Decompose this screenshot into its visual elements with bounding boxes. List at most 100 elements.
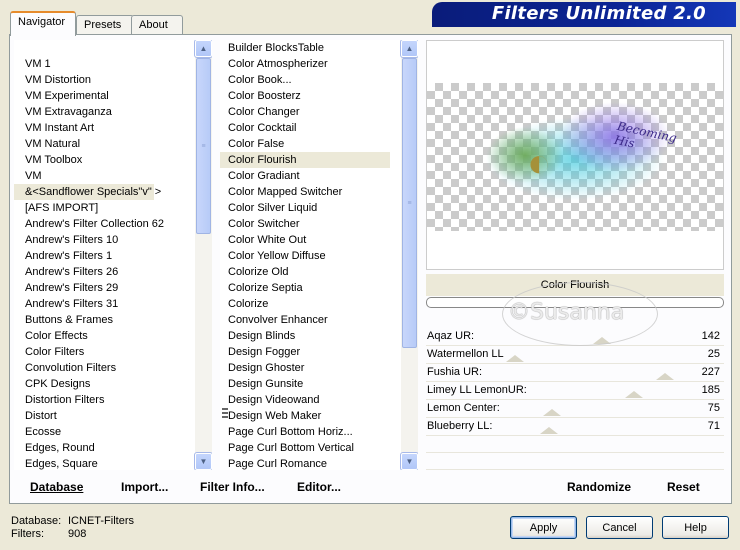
- list-item[interactable]: Andrew's Filters 10: [14, 232, 212, 248]
- filters-status-value: 908: [68, 528, 87, 540]
- list-item[interactable]: &<Sandflower Specials"v" >: [14, 184, 161, 200]
- list-item[interactable]: Edges, Round: [14, 440, 212, 456]
- list-item[interactable]: Color Atmospherizer: [220, 56, 418, 72]
- list-item[interactable]: Andrew's Filters 26: [14, 264, 212, 280]
- list-item[interactable]: Color Mapped Switcher: [220, 184, 418, 200]
- slider-value: 227: [701, 366, 720, 378]
- watermark: ©Susanna: [508, 300, 625, 325]
- slider-row[interactable]: Lemon Center: 75: [426, 400, 724, 418]
- list-item[interactable]: CPK Designs: [14, 376, 212, 392]
- scroll-down-icon[interactable]: ▼: [400, 452, 418, 470]
- list-item[interactable]: Color Effects: [14, 328, 212, 344]
- list-item[interactable]: Builder BlocksTable: [220, 40, 418, 56]
- slider-value: 142: [701, 330, 720, 342]
- cancel-button[interactable]: Cancel: [586, 516, 653, 539]
- apply-button[interactable]: Apply: [510, 516, 577, 539]
- slider-row[interactable]: Limey LL LemonUR: 185: [426, 382, 724, 400]
- list-item[interactable]: Color Yellow Diffuse: [220, 248, 418, 264]
- scroll-thumb[interactable]: ≡: [196, 58, 211, 234]
- slider-label: Blueberry LL:: [427, 420, 493, 432]
- list-item[interactable]: Design Fogger: [220, 344, 418, 360]
- list-item[interactable]: VM Natural: [14, 136, 212, 152]
- list-item[interactable]: VM Toolbox: [14, 152, 212, 168]
- import-label: Import...: [121, 480, 169, 494]
- list-item[interactable]: Color Flourish: [220, 152, 390, 168]
- category-scrollbar[interactable]: ▲ ≡ ▼: [194, 40, 212, 470]
- list-item[interactable]: Edges, Square: [14, 456, 212, 470]
- list-item[interactable]: [AFS IMPORT]: [14, 200, 212, 216]
- reset-button[interactable]: Reset: [667, 480, 700, 494]
- database-button[interactable]: Database: [30, 480, 83, 494]
- slider-value: 185: [701, 384, 720, 396]
- list-item[interactable]: VM: [14, 168, 212, 184]
- tab-about[interactable]: About: [131, 15, 183, 35]
- list-item[interactable]: VM Experimental: [14, 88, 212, 104]
- slider-knob[interactable]: [539, 427, 558, 434]
- category-items: VM 1 VM Distortion VM Experimental VM Extra…: [14, 40, 212, 470]
- slider-knob[interactable]: [624, 391, 643, 398]
- slider-value: 75: [707, 402, 720, 414]
- list-item[interactable]: Page Curl Bottom Vertical: [220, 440, 418, 456]
- scroll-down-icon[interactable]: ▼: [194, 452, 212, 470]
- filter-scrollbar[interactable]: ▲ ≡ ▼: [400, 40, 418, 470]
- list-item[interactable]: Color Switcher: [220, 216, 418, 232]
- slider-knob[interactable]: [505, 355, 524, 362]
- scroll-up-icon[interactable]: ▲: [194, 40, 212, 58]
- slider-label: Fushia UR:: [427, 366, 483, 378]
- scroll-thumb[interactable]: ≡: [402, 58, 417, 348]
- list-item[interactable]: Convolution Filters: [14, 360, 212, 376]
- list-item[interactable]: Design Blinds: [220, 328, 418, 344]
- list-item[interactable]: VM Distortion: [14, 72, 212, 88]
- slider-label: Aqaz UR:: [427, 330, 475, 342]
- slider-row[interactable]: Watermellon LL 25: [426, 346, 724, 364]
- list-item[interactable]: Color White Out: [220, 232, 418, 248]
- randomize-button[interactable]: Randomize: [567, 480, 631, 494]
- slider-knob[interactable]: [656, 373, 675, 380]
- list-item[interactable]: Convolver Enhancer: [220, 312, 418, 328]
- list-item[interactable]: Color Changer: [220, 104, 418, 120]
- list-item[interactable]: VM 1: [14, 56, 212, 72]
- filter-info-button[interactable]: Filter Info...: [200, 480, 265, 494]
- list-item[interactable]: Colorize Old: [220, 264, 418, 280]
- list-item[interactable]: Design Ghoster: [220, 360, 418, 376]
- list-item[interactable]: Andrew's Filters 29: [14, 280, 212, 296]
- list-item[interactable]: Distort: [14, 408, 212, 424]
- list-item[interactable]: Ecosse: [14, 424, 212, 440]
- preview-transparency-grid: ◐ Becoming His: [427, 83, 723, 231]
- slider-row[interactable]: Fushia UR: 227: [426, 364, 724, 382]
- list-item[interactable]: Color False: [220, 136, 418, 152]
- list-item[interactable]: Color Cocktail: [220, 120, 418, 136]
- list-item[interactable]: Colorize Septia: [220, 280, 418, 296]
- help-button[interactable]: Help: [662, 516, 729, 539]
- list-item[interactable]: Andrew's Filters 1: [14, 248, 212, 264]
- filter-list[interactable]: Builder BlocksTable Color Atmospherizer Co…: [220, 40, 418, 470]
- list-item[interactable]: Andrew's Filter Collection 62: [14, 216, 212, 232]
- slider-row[interactable]: Blueberry LL: 71: [426, 418, 724, 436]
- slider-knob[interactable]: [542, 409, 561, 416]
- list-item[interactable]: Andrew's Filters 31: [14, 296, 212, 312]
- list-item[interactable]: Color Boosterz: [220, 88, 418, 104]
- category-list[interactable]: VM 1 VM Distortion VM Experimental VM Extra…: [14, 40, 212, 470]
- list-item[interactable]: Color Silver Liquid: [220, 200, 418, 216]
- list-item[interactable]: Page Curl Romance: [220, 456, 418, 470]
- list-item[interactable]: Colorize: [220, 296, 418, 312]
- list-item[interactable]: Page Curl Bottom Horiz...: [220, 424, 418, 440]
- preview-image: ◐ Becoming His: [465, 97, 695, 213]
- list-item[interactable]: Color Book...: [220, 72, 418, 88]
- list-item[interactable]: Color Gradiant: [220, 168, 418, 184]
- list-item[interactable]: Design Gunsite: [220, 376, 418, 392]
- import-button[interactable]: Import...: [121, 480, 168, 494]
- list-item[interactable]: VM Extravaganza: [14, 104, 212, 120]
- tab-navigator[interactable]: Navigator: [10, 11, 76, 36]
- list-item[interactable]: Design Videowand: [220, 392, 418, 408]
- list-item[interactable]: Design Web Maker: [220, 408, 418, 424]
- tab-presets[interactable]: Presets: [76, 15, 134, 35]
- list-item[interactable]: VM Instant Art: [14, 120, 212, 136]
- preview-image-text: Becoming His: [612, 118, 678, 151]
- database-status-value: ICNET-Filters: [68, 515, 134, 527]
- scroll-up-icon[interactable]: ▲: [400, 40, 418, 58]
- list-item[interactable]: Buttons & Frames: [14, 312, 212, 328]
- list-item[interactable]: Color Filters: [14, 344, 212, 360]
- list-item[interactable]: Distortion Filters: [14, 392, 212, 408]
- editor-button[interactable]: Editor...: [297, 480, 341, 494]
